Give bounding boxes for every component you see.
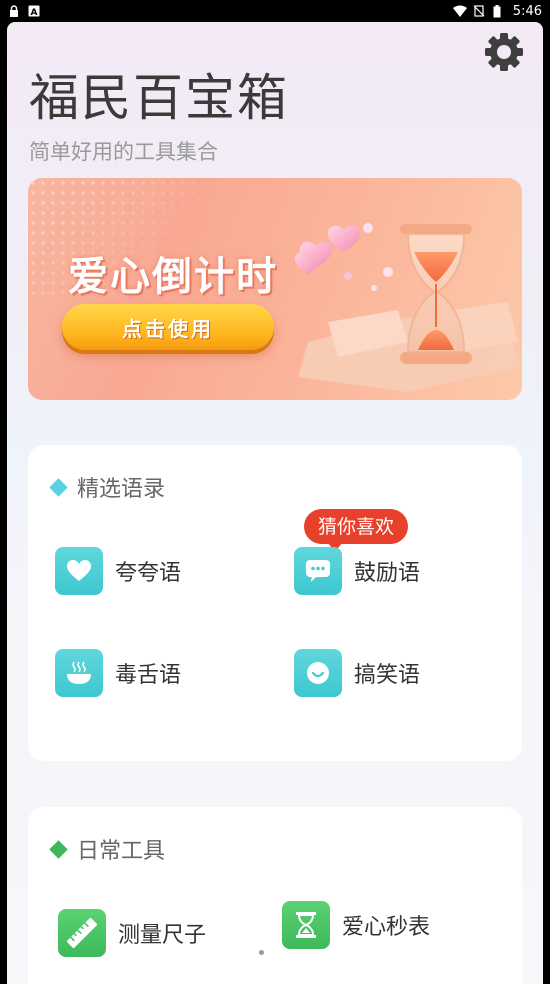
a-notification-icon: A — [28, 5, 40, 18]
svg-text:A: A — [31, 8, 38, 17]
quote-item-label: 毒舌语 — [115, 663, 182, 688]
tools-section-title: 日常工具 — [77, 839, 166, 864]
smile-icon — [294, 649, 342, 697]
tool-item-ruler[interactable]: 测量尺子 — [58, 909, 206, 957]
app-subtitle: 简单好用的工具集合 — [29, 140, 218, 164]
status-bar: A 5:46 — [0, 0, 550, 22]
tools-section-header: 日常工具 — [49, 833, 166, 865]
countdown-banner[interactable]: 爱心倒计时 点击使用 — [28, 178, 522, 400]
quote-item-sarcastic[interactable]: 毒舌语 — [55, 649, 181, 697]
tool-item-stopwatch[interactable]: 爱心秒表 — [282, 901, 430, 949]
battery-icon — [493, 5, 505, 18]
page-indicator-dot — [259, 950, 264, 955]
quotes-section-card: 精选语录 猜你喜欢 夸夸语 鼓励语 毒舌语 搞笑语 — [28, 445, 522, 761]
quote-item-label: 鼓励语 — [354, 561, 421, 586]
hourglass-icon — [282, 901, 330, 949]
quote-item-label: 搞笑语 — [354, 663, 421, 688]
recommend-badge: 猜你喜欢 — [304, 509, 409, 552]
tool-item-label: 爱心秒表 — [342, 915, 431, 940]
wifi-icon — [452, 5, 467, 17]
quote-item-encourage[interactable]: 鼓励语 — [294, 547, 420, 595]
quote-item-label: 夸夸语 — [115, 561, 182, 586]
gear-icon[interactable] — [483, 31, 525, 73]
sim-off-icon — [473, 5, 485, 17]
tools-section-card: 日常工具 测量尺子 爱心秒表 — [28, 807, 522, 984]
banner-use-button[interactable]: 点击使用 — [62, 304, 274, 350]
quote-item-praise[interactable]: 夸夸语 — [55, 547, 181, 595]
quotes-section-title: 精选语录 — [77, 477, 166, 502]
ruler-icon — [58, 909, 106, 957]
app-title: 福民百宝箱 — [29, 69, 289, 127]
quote-item-funny[interactable]: 搞笑语 — [294, 649, 420, 697]
status-time: 5:46 — [512, 3, 542, 19]
hourglass-hearts-illustration — [288, 192, 522, 400]
tool-item-label: 测量尺子 — [118, 923, 207, 948]
heart-icon — [55, 547, 103, 595]
steaming-bowl-icon — [55, 649, 103, 697]
diamond-bullet-icon — [49, 839, 68, 859]
app-screen: 福民百宝箱 简单好用的工具集合 爱心倒计时 点击使用 精选语录 猜你喜欢 夸夸语… — [7, 22, 543, 984]
diamond-bullet-icon — [49, 477, 68, 497]
quotes-section-header: 精选语录 — [49, 471, 166, 503]
chat-bubble-icon — [294, 547, 342, 595]
lock-icon — [8, 5, 20, 17]
banner-title: 爱心倒计时 — [68, 254, 278, 300]
